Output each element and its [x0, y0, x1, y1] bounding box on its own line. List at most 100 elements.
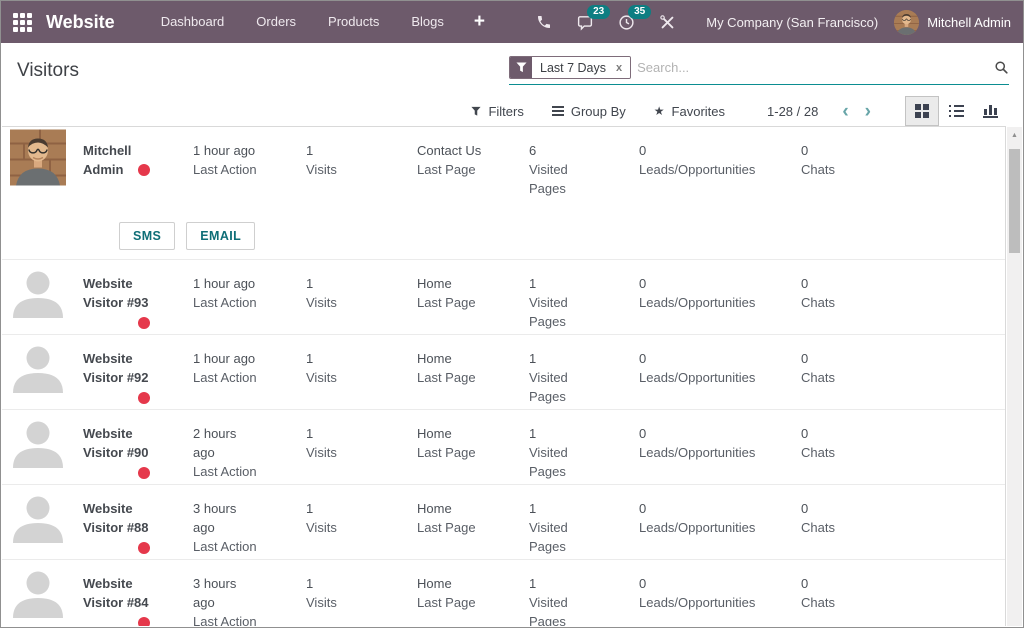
chats-label: Chats	[801, 368, 1005, 387]
visitor-placeholder-avatar	[10, 562, 66, 618]
kanban-icon	[915, 104, 929, 118]
visitor-card[interactable]: Website Visitor #84 3 hours ago Last Act…	[2, 560, 1005, 626]
visits-label: Visits	[306, 518, 417, 537]
last-page-value: Home	[417, 274, 507, 293]
favorites-button[interactable]: ★ Favorites	[654, 104, 725, 119]
apps-menu-icon[interactable]	[13, 13, 32, 32]
visits-value: 1	[306, 349, 417, 368]
visited-pages-label: Visited Pages	[529, 368, 599, 406]
visited-pages-cell: 1 Visited Pages	[529, 335, 639, 409]
visits-label: Visits	[306, 593, 417, 612]
star-icon: ★	[654, 104, 665, 118]
chats-label: Chats	[801, 518, 1005, 537]
messages-icon[interactable]: 23	[564, 14, 606, 31]
leads-value: 0	[639, 274, 794, 293]
search-icon[interactable]	[994, 60, 1009, 75]
visits-label: Visits	[306, 293, 417, 312]
app-brand[interactable]: Website	[46, 12, 115, 33]
scrollbar-up-arrow[interactable]: ▲	[1007, 127, 1022, 143]
phone-icon[interactable]	[524, 14, 564, 30]
last-page-label: Last Page	[417, 443, 507, 462]
kanban-view-button[interactable]	[905, 96, 939, 126]
nav-item-products[interactable]: Products	[312, 1, 395, 43]
last-page-value: Home	[417, 499, 507, 518]
last-action-value: 3 hours ago	[193, 499, 259, 537]
leads-value: 0	[639, 349, 794, 368]
tools-icon[interactable]	[647, 14, 688, 31]
last-page-cell: Home Last Page	[417, 560, 529, 626]
scrollbar-thumb[interactable]	[1009, 149, 1020, 253]
visits-cell: 1 Visits	[306, 410, 417, 484]
chats-cell: 0 Chats	[801, 560, 1005, 626]
filters-button[interactable]: Filters	[471, 104, 523, 119]
visitor-card[interactable]: Website Visitor #93 1 hour ago Last Acti…	[2, 260, 1005, 335]
visits-value: 1	[306, 274, 417, 293]
visitor-name: Website Visitor #88	[83, 499, 153, 537]
user-menu[interactable]: Mitchell Admin	[894, 10, 1011, 35]
facet-label: Last 7 Days	[532, 57, 614, 78]
pager-prev-icon[interactable]: ‹	[834, 102, 856, 121]
leads-label: Leads/Opportunities	[639, 368, 794, 387]
visitor-card[interactable]: Website Visitor #88 3 hours ago Last Act…	[2, 485, 1005, 560]
visitor-card[interactable]: Mitchell Admin 1 hour ago Last Action 1 …	[2, 127, 1005, 260]
page-title: Visitors	[17, 60, 79, 82]
leads-label: Leads/Opportunities	[639, 518, 794, 537]
vertical-scrollbar[interactable]: ▲	[1007, 127, 1022, 626]
pager-range: 1-28 / 28	[767, 104, 818, 119]
visitor-avatar	[2, 260, 83, 334]
leads-cell: 0 Leads/Opportunities	[639, 485, 801, 559]
chats-cell: 0 Chats	[801, 485, 1005, 559]
visited-pages-value: 1	[529, 424, 599, 443]
list-icon	[949, 105, 964, 117]
last-page-cell: Home Last Page	[417, 410, 529, 484]
filter-funnel-icon	[510, 57, 532, 78]
visited-pages-label: Visited Pages	[529, 593, 599, 626]
company-switcher[interactable]: My Company (San Francisco)	[706, 15, 878, 30]
leads-cell: 0 Leads/Opportunities	[639, 560, 801, 626]
nav-item-dashboard[interactable]: Dashboard	[145, 1, 241, 43]
nav-item-blogs[interactable]: Blogs	[395, 1, 460, 43]
sms-button[interactable]: SMS	[119, 222, 175, 250]
nav-item-orders[interactable]: Orders	[240, 1, 312, 43]
group-by-button[interactable]: Group By	[552, 104, 626, 119]
card-actions: SMS EMAIL	[119, 222, 1005, 250]
last-action-value: 3 hours ago	[193, 574, 259, 612]
visited-pages-value: 1	[529, 499, 599, 518]
visits-cell: 1 Visits	[306, 260, 417, 334]
visited-pages-cell: 6 Visited Pages	[529, 127, 639, 198]
visitor-placeholder-avatar	[10, 487, 66, 543]
visits-value: 1	[306, 424, 417, 443]
leads-label: Leads/Opportunities	[639, 593, 794, 612]
leads-label: Leads/Opportunities	[639, 293, 794, 312]
graph-view-button[interactable]	[973, 96, 1007, 126]
filter-buttons: Filters Group By ★ Favorites	[471, 104, 725, 119]
chats-cell: 0 Chats	[801, 335, 1005, 409]
email-button[interactable]: EMAIL	[186, 222, 255, 250]
last-action-label: Last Action	[193, 368, 259, 387]
pager-next-icon[interactable]: ›	[857, 102, 879, 121]
last-page-value: Home	[417, 424, 507, 443]
visited-pages-label: Visited Pages	[529, 443, 599, 481]
visitor-placeholder-avatar	[10, 262, 66, 318]
last-action-value: 1 hour ago	[193, 141, 259, 160]
visitor-photo-avatar	[10, 129, 66, 186]
facet-remove-icon[interactable]: x	[614, 57, 630, 78]
list-view-button[interactable]	[939, 96, 973, 126]
leads-cell: 0 Leads/Opportunities	[639, 127, 801, 198]
presence-dot	[138, 467, 150, 479]
group-by-icon	[552, 106, 564, 116]
visitor-card[interactable]: Website Visitor #90 2 hours ago Last Act…	[2, 410, 1005, 485]
search-input[interactable]	[631, 58, 994, 77]
chats-label: Chats	[801, 293, 1005, 312]
search-bar[interactable]: Last 7 Days x	[509, 56, 1009, 85]
visitor-card[interactable]: Website Visitor #92 1 hour ago Last Acti…	[2, 335, 1005, 410]
visitor-name: Website Visitor #92	[83, 349, 153, 387]
new-content-plus-icon[interactable]: +	[460, 11, 499, 33]
chats-value: 0	[801, 499, 1005, 518]
chats-cell: 0 Chats	[801, 127, 1005, 198]
chats-value: 0	[801, 424, 1005, 443]
last-action-cell: 3 hours ago Last Action	[193, 560, 306, 626]
activities-clock-icon[interactable]: 35	[606, 14, 647, 31]
graph-icon	[983, 105, 998, 118]
last-page-label: Last Page	[417, 518, 507, 537]
